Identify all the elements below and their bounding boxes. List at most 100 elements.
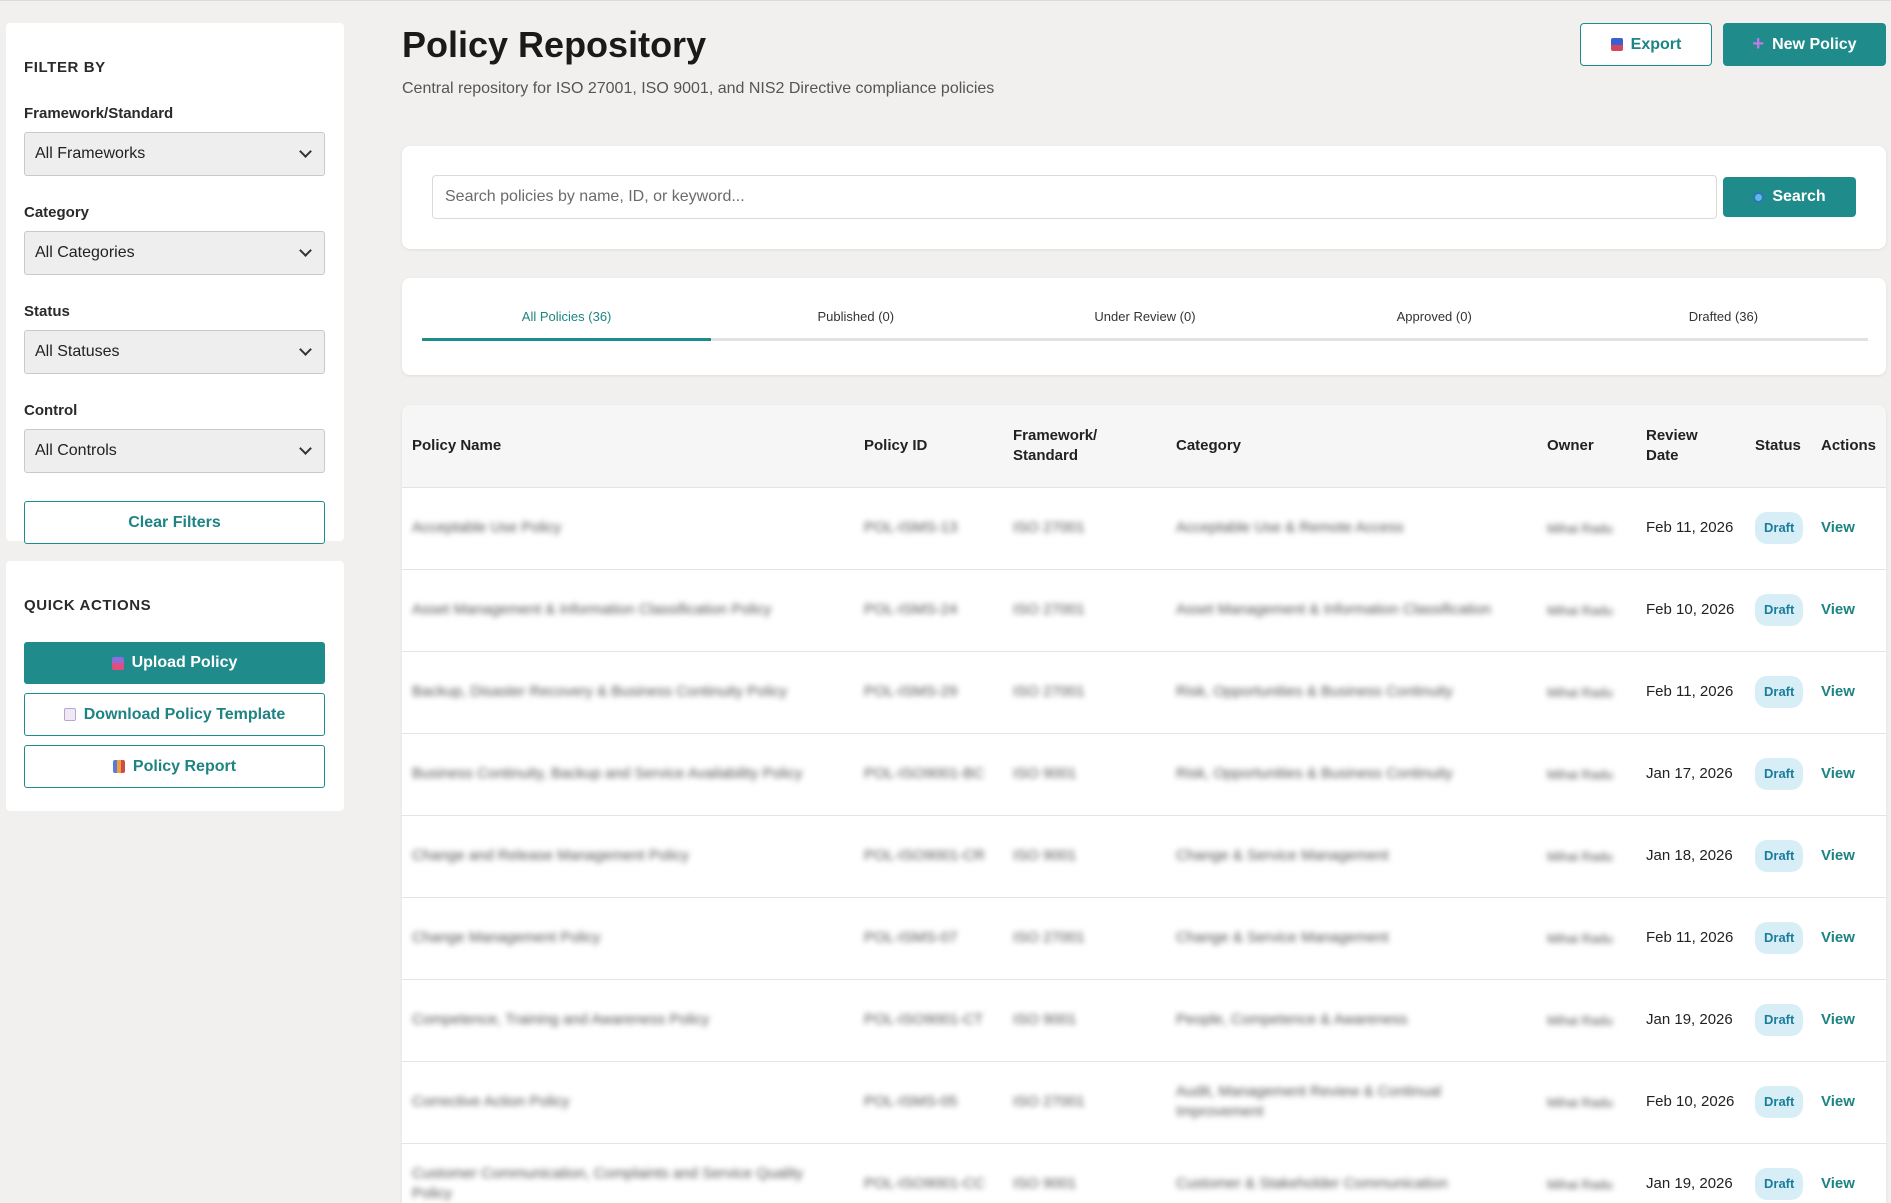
status-cell: Draft xyxy=(1745,569,1811,651)
review-date-cell: Jan 18, 2026 xyxy=(1646,847,1733,864)
review-date-cell: Feb 11, 2026 xyxy=(1646,683,1734,700)
review-date-cell: Feb 11, 2026 xyxy=(1646,519,1734,536)
download-template-label: Download Policy Template xyxy=(83,705,286,723)
tab-published[interactable]: Published (0) xyxy=(711,303,1000,338)
owner-cell: Mihai Radu xyxy=(1547,848,1613,864)
status-tabs: All Policies (36) Published (0) Under Re… xyxy=(422,303,1868,341)
policy-id-cell: POL-ISO9001-CT xyxy=(864,1011,984,1028)
policy-id-cell: POL-ISO9001-CC xyxy=(864,1175,985,1193)
view-link[interactable]: View xyxy=(1821,683,1855,700)
column-header-framework[interactable]: Framework/Standard xyxy=(1003,405,1166,487)
framework-cell: ISO 9001 xyxy=(1013,1011,1077,1028)
policy-report-button[interactable]: Policy Report xyxy=(24,745,325,788)
search-input[interactable] xyxy=(432,175,1717,219)
status-cell: Draft xyxy=(1745,651,1811,733)
bar-chart-icon xyxy=(112,760,125,773)
upload-policy-button[interactable]: Upload Policy xyxy=(24,642,325,684)
policy-name-cell: Customer Communication, Complaints and S… xyxy=(412,1165,803,1203)
category-cell: Change & Service Management xyxy=(1176,929,1389,946)
new-policy-label: New Policy xyxy=(1772,35,1857,53)
page-subtitle: Central repository for ISO 27001, ISO 90… xyxy=(402,80,995,97)
policy-name-cell: Change Management Policy xyxy=(412,929,601,946)
column-header-status[interactable]: Status xyxy=(1745,405,1811,487)
column-header-actions: Actions xyxy=(1821,436,1877,454)
export-icon xyxy=(1610,38,1623,51)
view-link[interactable]: View xyxy=(1821,1175,1855,1192)
clear-filters-button[interactable]: Clear Filters xyxy=(24,501,325,544)
status-badge: Draft xyxy=(1755,922,1804,954)
download-template-button[interactable]: Download Policy Template xyxy=(24,693,325,736)
policy-name-cell: Backup, Disaster Recovery & Business Con… xyxy=(412,683,788,700)
column-header-category[interactable]: Category xyxy=(1166,405,1537,487)
table-row: Customer Communication, Complaints and S… xyxy=(402,1143,1886,1203)
search-button[interactable]: Search xyxy=(1723,177,1856,217)
chevron-down-icon xyxy=(299,244,312,257)
column-header-policy-name[interactable]: Policy Name xyxy=(402,405,854,487)
actions-cell: View xyxy=(1811,651,1886,733)
quick-actions-panel: QUICK ACTIONS Upload Policy Download Pol… xyxy=(6,561,344,811)
view-link[interactable]: View xyxy=(1821,601,1855,618)
framework-select[interactable]: All Frameworks xyxy=(24,132,325,176)
framework-cell: ISO 27001 xyxy=(1013,519,1085,536)
actions-cell: View xyxy=(1811,1061,1886,1143)
framework-select-value: All Frameworks xyxy=(35,145,146,162)
search-icon xyxy=(1753,191,1765,203)
view-link[interactable]: View xyxy=(1821,1011,1855,1028)
tab-drafted[interactable]: Drafted (36) xyxy=(1579,303,1868,338)
status-select[interactable]: All Statuses xyxy=(24,330,325,374)
new-policy-button[interactable]: + New Policy xyxy=(1723,23,1886,66)
actions-cell: View xyxy=(1811,733,1886,815)
category-cell: Customer & Stakeholder Communication xyxy=(1176,1175,1448,1193)
control-filter-label: Control xyxy=(24,402,78,419)
control-select[interactable]: All Controls xyxy=(24,429,325,473)
policy-id-cell: POL-ISMS-24 xyxy=(864,601,958,618)
view-link[interactable]: View xyxy=(1821,765,1855,782)
category-filter-label: Category xyxy=(24,204,90,221)
owner-cell: Mihai Radu xyxy=(1547,602,1613,618)
policy-report-label: Policy Report xyxy=(132,757,237,775)
category-cell: Asset Management & Information Classific… xyxy=(1176,601,1492,618)
sidebar: FILTER BY Framework/Standard All Framewo… xyxy=(6,23,344,811)
table-row: Change Management Policy POL-ISMS-07 ISO… xyxy=(402,897,1886,979)
actions-cell: View xyxy=(1811,897,1886,979)
chevron-down-icon xyxy=(299,145,312,158)
view-link[interactable]: View xyxy=(1821,929,1855,946)
table-row: Competence, Training and Awareness Polic… xyxy=(402,979,1886,1061)
export-button[interactable]: Export xyxy=(1580,23,1712,66)
actions-cell: View xyxy=(1811,569,1886,651)
category-select[interactable]: All Categories xyxy=(24,231,325,275)
chevron-down-icon xyxy=(299,343,312,356)
policy-table: Policy Name Policy ID Framework/Standard… xyxy=(402,405,1886,1203)
category-cell: Acceptable Use & Remote Access xyxy=(1176,519,1404,536)
column-header-owner[interactable]: Owner xyxy=(1537,405,1636,487)
table-row: Acceptable Use Policy POL-ISMS-13 ISO 27… xyxy=(402,487,1886,569)
review-date-cell: Jan 19, 2026 xyxy=(1646,1175,1733,1193)
table-row: Backup, Disaster Recovery & Business Con… xyxy=(402,651,1886,733)
export-label: Export xyxy=(1630,35,1682,53)
policy-id-cell: POL-ISO9001-BC xyxy=(864,765,985,782)
actions-cell: View xyxy=(1811,979,1886,1061)
policy-name-cell: Change and Release Management Policy xyxy=(412,847,689,864)
view-link[interactable]: View xyxy=(1821,1093,1855,1110)
policy-name-cell: Corrective Action Policy xyxy=(412,1093,570,1110)
upload-policy-label: Upload Policy xyxy=(131,654,238,671)
search-button-label: Search xyxy=(1772,188,1826,205)
tab-approved[interactable]: Approved (0) xyxy=(1290,303,1579,338)
column-header-policy-id[interactable]: Policy ID xyxy=(854,405,1003,487)
status-badge: Draft xyxy=(1755,1168,1804,1201)
column-header-review-date[interactable]: Review Date xyxy=(1636,405,1745,487)
document-icon xyxy=(63,708,76,721)
policy-id-cell: POL-ISMS-13 xyxy=(864,519,958,536)
view-link[interactable]: View xyxy=(1821,519,1855,536)
tab-under-review[interactable]: Under Review (0) xyxy=(1000,303,1289,338)
tab-all-policies[interactable]: All Policies (36) xyxy=(422,303,712,341)
view-link[interactable]: View xyxy=(1821,847,1855,864)
category-cell: Risk, Opportunities & Business Continuit… xyxy=(1176,683,1453,700)
category-cell: Audit, Management Review & Continual Imp… xyxy=(1176,1083,1442,1120)
status-cell: Draft xyxy=(1745,733,1811,815)
owner-cell: Mihai Radu xyxy=(1547,1012,1613,1028)
policy-name-cell: Asset Management & Information Classific… xyxy=(412,601,772,618)
review-date-cell: Feb 10, 2026 xyxy=(1646,1093,1735,1110)
policy-name-cell: Competence, Training and Awareness Polic… xyxy=(412,1011,710,1028)
filter-panel: FILTER BY Framework/Standard All Framewo… xyxy=(6,23,344,544)
